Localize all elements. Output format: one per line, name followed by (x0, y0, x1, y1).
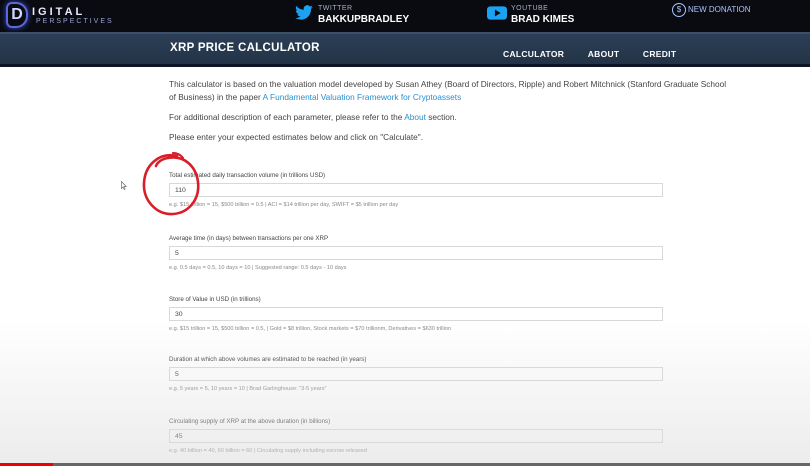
field-label: Average time (in days) between transacti… (169, 235, 329, 242)
store-of-value-input[interactable]: 30 (169, 307, 663, 321)
field-daily-volume: Total estimated daily transaction volume… (169, 172, 663, 208)
field-store-of-value: Store of Value in USD (in trillions) 30 … (169, 296, 663, 332)
about-text-before: For additional description of each param… (169, 112, 405, 122)
logo-mark: D (6, 2, 28, 28)
donation-label: NEW DONATION (688, 5, 751, 14)
nav-bar: XRP PRICE CALCULATOR CALCULATOR ABOUT CR… (0, 32, 810, 67)
field-label: Store of Value in USD (in trillions) (169, 296, 261, 303)
field-hint: e.g. 0.5 days = 0.5, 10 days = 10 | Sugg… (169, 265, 347, 271)
duration-input[interactable]: 5 (169, 367, 663, 381)
bottom-shade (0, 320, 810, 466)
nav-links: CALCULATOR ABOUT CREDIT (503, 44, 695, 62)
instruction-paragraph: Please enter your expected estimates bel… (169, 132, 424, 142)
field-hint: e.g. 40 billion = 40, 60 billion = 60 | … (169, 448, 367, 454)
field-duration: Duration at which above volumes are esti… (169, 356, 663, 392)
field-average-time: Average time (in days) between transacti… (169, 235, 663, 271)
logo[interactable]: D IGITAL PERSPECTIVES (6, 2, 126, 30)
average-time-input[interactable]: 5 (169, 246, 663, 260)
field-hint: e.g. $15 trillion = 15, $500 billion = 0… (169, 326, 452, 332)
dollar-icon: $ (672, 3, 686, 17)
about-text-after: section. (425, 112, 457, 122)
daily-volume-input[interactable]: 110 (169, 183, 663, 197)
field-hint: e.g. 5 years = 5, 10 years = 10 | Brad G… (169, 386, 327, 392)
about-link[interactable]: About (404, 112, 426, 122)
youtube-icon (487, 6, 507, 20)
top-banner: D IGITAL PERSPECTIVES TWITTER BAKKUPBRAD… (0, 0, 810, 32)
mouse-cursor-icon (121, 181, 127, 190)
field-label: Duration at which above volumes are esti… (169, 356, 367, 363)
nav-about[interactable]: ABOUT (588, 49, 620, 59)
about-paragraph: For additional description of each param… (169, 111, 457, 124)
paper-link[interactable]: A Fundamental Valuation Framework for Cr… (263, 92, 462, 102)
youtube-name: BRAD KIMES (511, 14, 575, 25)
twitter-icon (295, 5, 313, 20)
nav-top-edge (0, 32, 810, 34)
field-label: Circulating supply of XRP at the above d… (169, 418, 331, 425)
nav-calculator[interactable]: CALCULATOR (503, 49, 564, 59)
twitter-handle: BAKKUPBRADLEY (318, 14, 410, 25)
field-circulating-supply: Circulating supply of XRP at the above d… (169, 418, 663, 454)
youtube-label: YOUTUBE (511, 5, 549, 12)
field-label: Total estimated daily transaction volume… (169, 172, 326, 179)
page-title: XRP PRICE CALCULATOR (170, 42, 320, 54)
logo-text-line1: IGITAL (32, 6, 86, 18)
intro-paragraph: This calculator is based on the valuatio… (169, 78, 729, 104)
circulating-supply-input[interactable]: 45 (169, 429, 663, 443)
field-hint: e.g. $15 trillion = 15, $500 billion = 0… (169, 202, 399, 208)
nav-credit[interactable]: CREDIT (643, 49, 676, 59)
twitter-label: TWITTER (318, 5, 353, 12)
logo-text-line2: PERSPECTIVES (36, 18, 114, 25)
